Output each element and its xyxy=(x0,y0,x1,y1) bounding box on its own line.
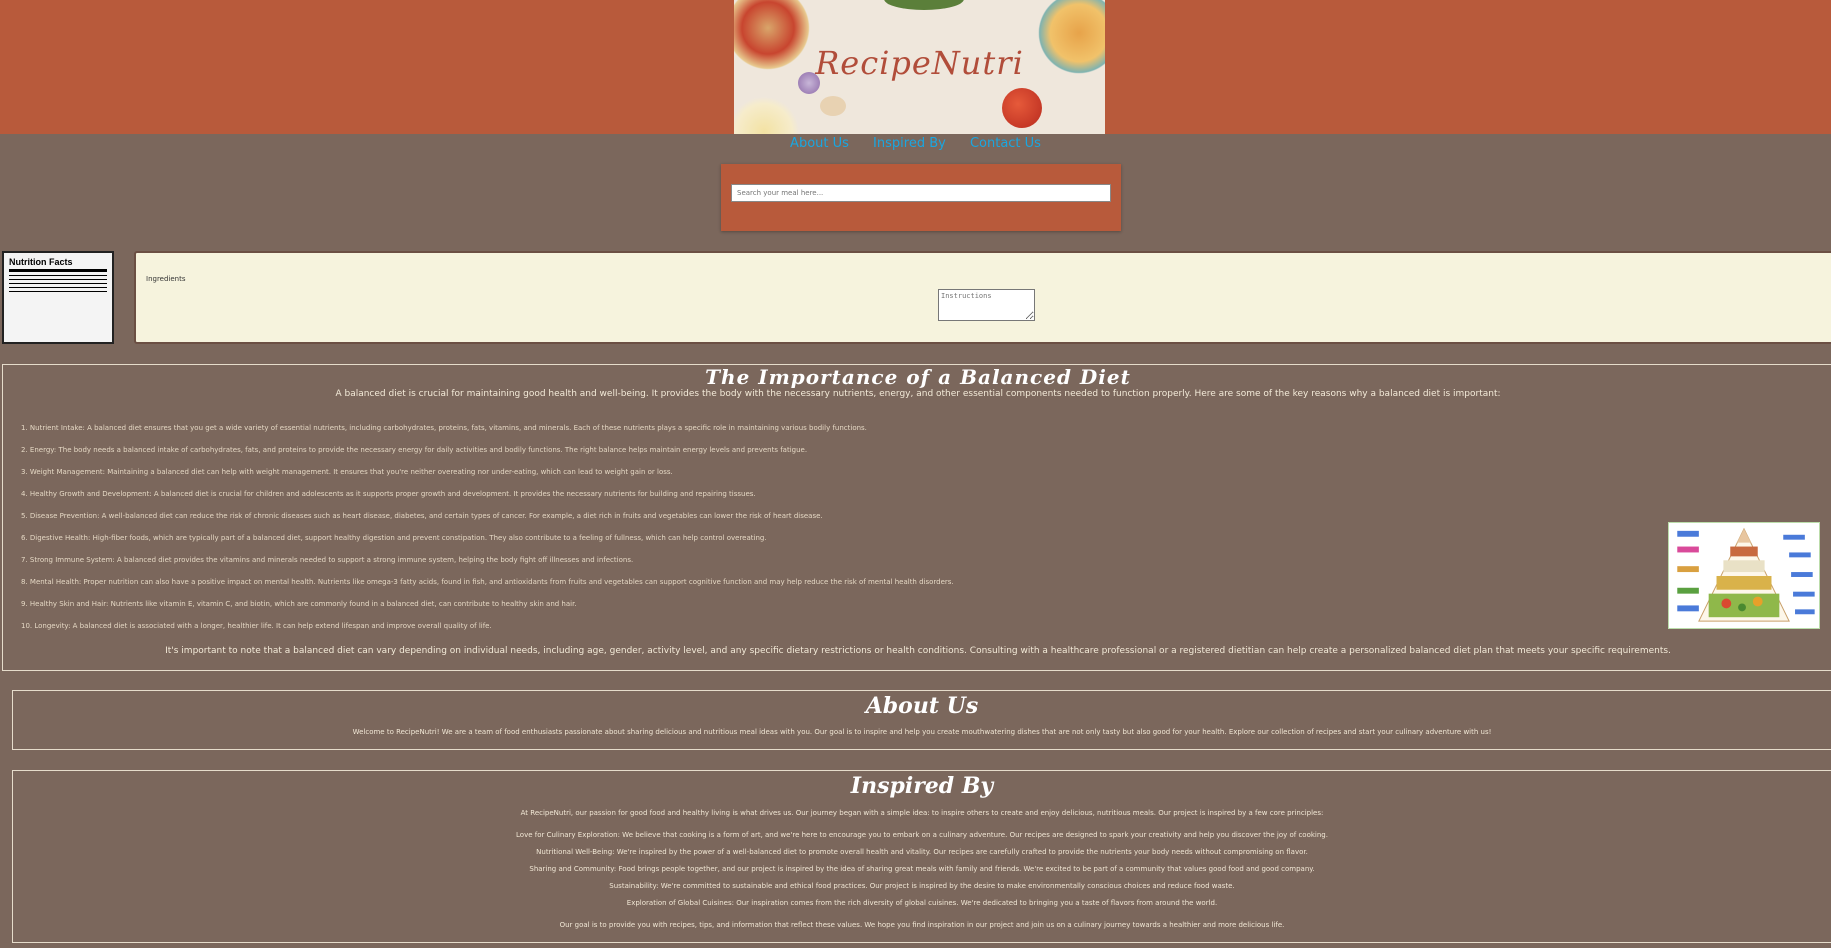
balanced-diet-section: The Importance of a Balanced Diet A bala… xyxy=(2,364,1831,671)
divider xyxy=(9,291,107,292)
list-item: 4. Healthy Growth and Development: A bal… xyxy=(21,490,756,498)
mushroom-image xyxy=(820,96,846,116)
tomato-image xyxy=(1002,88,1042,128)
balanced-diet-title: The Importance of a Balanced Diet xyxy=(705,365,1131,389)
inspired-point: Love for Culinary Exploration: We believ… xyxy=(516,831,1328,839)
list-item: 5. Disease Prevention: A well-balanced d… xyxy=(21,512,823,520)
nav-inspired-by[interactable]: Inspired By xyxy=(873,134,946,154)
nav-about-us[interactable]: About Us xyxy=(790,134,849,154)
inspired-point: Nutritional Well-Being: We're inspired b… xyxy=(536,848,1308,856)
divider xyxy=(9,275,107,276)
soup-image xyxy=(734,92,804,134)
inspired-point: Sharing and Community: Food brings peopl… xyxy=(529,865,1315,873)
list-item: 2. Energy: The body needs a balanced int… xyxy=(21,446,808,454)
nav-contact-us[interactable]: Contact Us xyxy=(970,134,1041,154)
balanced-diet-note: It's important to note that a balanced d… xyxy=(165,646,1671,656)
balanced-diet-intro: A balanced diet is crucial for maintaini… xyxy=(335,389,1501,399)
ingredients-label: Ingredients xyxy=(146,275,186,283)
herb-image xyxy=(884,0,964,10)
list-item: 7. Strong Immune System: A balanced diet… xyxy=(21,556,634,564)
instructions-field[interactable] xyxy=(938,289,1035,321)
search-input[interactable] xyxy=(731,184,1111,202)
inspired-by-section: Inspired By At RecipeNutri, our passion … xyxy=(12,770,1831,943)
about-us-text: Welcome to RecipeNutri! We are a team of… xyxy=(352,728,1492,736)
balanced-diet-list: 1. Nutrient Intake: A balanced diet ensu… xyxy=(21,424,954,644)
inspired-by-outro: Our goal is to provide you with recipes,… xyxy=(559,921,1285,929)
list-item: 1. Nutrient Intake: A balanced diet ensu… xyxy=(21,424,867,432)
recipe-card: Ingredients xyxy=(134,251,1831,344)
site-logo-title: RecipeNutri xyxy=(815,44,1024,82)
inspired-point: Sustainability: We're committed to susta… xyxy=(609,882,1235,890)
list-item: 6. Digestive Health: High-fiber foods, w… xyxy=(21,534,767,542)
nutrition-facts-title: Nutrition Facts xyxy=(9,257,107,272)
list-item: 9. Healthy Skin and Hair: Nutrients like… xyxy=(21,600,577,608)
list-item: 10. Longevity: A balanced diet is associ… xyxy=(21,622,492,630)
main-nav: About Us Inspired By Contact Us xyxy=(0,134,1831,156)
food-pyramid-image xyxy=(1668,522,1820,629)
inspired-by-title: Inspired By xyxy=(850,773,994,799)
divider xyxy=(9,283,107,284)
list-item: 3. Weight Management: Maintaining a bala… xyxy=(21,468,673,476)
inspired-by-intro: At RecipeNutri, our passion for good foo… xyxy=(520,809,1324,817)
nutrition-facts-panel: Nutrition Facts xyxy=(2,251,114,344)
search-panel xyxy=(721,164,1121,231)
list-item: 8. Mental Health: Proper nutrition can a… xyxy=(21,578,954,586)
about-us-section: About Us Welcome to RecipeNutri! We are … xyxy=(12,690,1831,750)
divider xyxy=(9,279,107,280)
about-us-title: About Us xyxy=(865,693,979,719)
divider xyxy=(9,287,107,288)
inspired-point: Exploration of Global Cuisines: Our insp… xyxy=(626,899,1218,907)
site-banner: RecipeNutri xyxy=(734,0,1105,134)
